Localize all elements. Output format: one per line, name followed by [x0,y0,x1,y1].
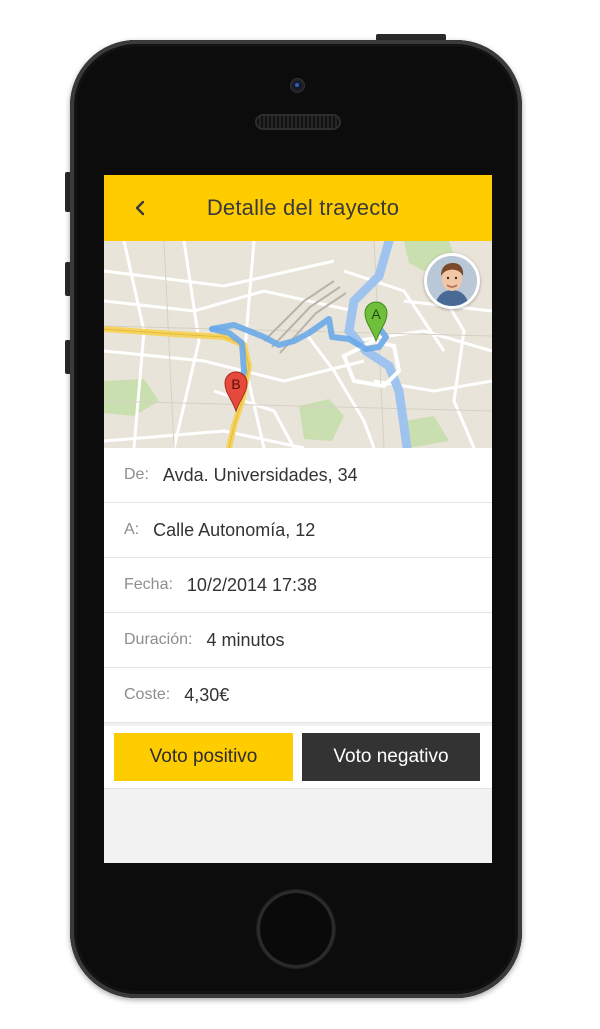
date-label: Fecha: [124,576,173,593]
driver-avatar[interactable] [424,253,480,309]
upvote-button[interactable]: Voto positivo [114,733,293,781]
app-header: Detalle del trayecto [104,175,492,241]
destination-label: A: [124,521,140,538]
route-map[interactable]: A B [104,241,492,448]
origin-label: De: [124,466,149,483]
duration-label: Duración: [124,631,193,648]
origin-row: De: Avda. Universidades, 34 [104,448,492,503]
destination-row: A: Calle Autonomía, 12 [104,503,492,558]
app-screen: Detalle del trayecto A B De: Avda. Unive… [104,175,492,863]
vote-actions: Voto positivo Voto negativo [104,726,492,789]
date-value: 10/2/2014 17:38 [186,574,318,595]
cost-row: Coste: 4,30€ [104,668,492,723]
user-photo [427,256,477,306]
cost-label: Coste: [124,686,171,703]
trip-details: De: Avda. Universidades, 34 A: Calle Aut… [104,448,492,723]
home-button [257,890,335,968]
destination-value: Calle Autonomía, 12 [153,519,316,540]
front-camera [291,79,304,92]
duration-value: 4 minutos [206,629,285,650]
page-title: Detalle del trayecto [206,195,400,220]
duration-row: Duración: 4 minutos [104,613,492,668]
marker-b-label: B [231,376,240,392]
earpiece-speaker [255,114,341,130]
origin-value: Avda. Universidades, 34 [162,464,358,485]
cost-value: 4,30€ [184,684,230,705]
marker-a-label: A [371,306,381,322]
date-row: Fecha: 10/2/2014 17:38 [104,558,492,613]
downvote-button[interactable]: Voto negativo [302,733,480,781]
